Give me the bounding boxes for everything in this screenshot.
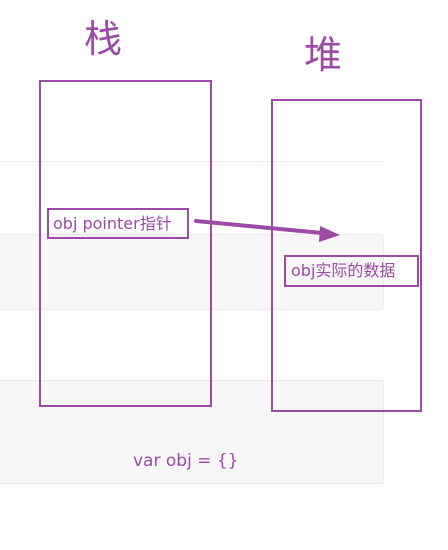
- code-declaration: var obj = {}: [133, 451, 239, 471]
- pointer-label: obj pointer指针: [47, 208, 189, 239]
- heap-heading: 堆: [304, 33, 343, 77]
- stack-heading: 栈: [84, 17, 123, 61]
- data-label: obj实际的数据: [284, 255, 419, 287]
- stack-box: [39, 80, 212, 407]
